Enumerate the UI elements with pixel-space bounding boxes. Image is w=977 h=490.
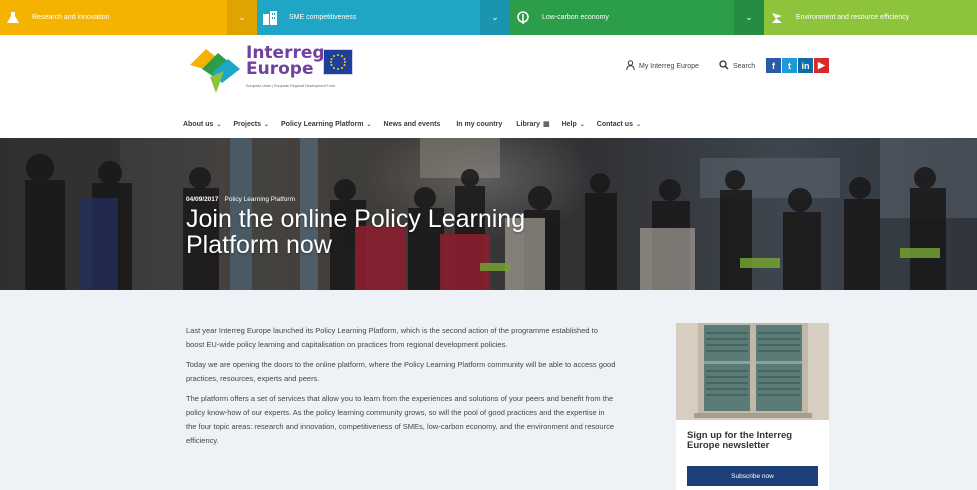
- chevron-down-icon[interactable]: ⌄: [480, 0, 510, 35]
- nav-country-label: In my country: [456, 120, 503, 128]
- chevron-down-icon: ⌄: [579, 121, 585, 128]
- nav-plp-label: Policy Learning Platform: [281, 120, 364, 128]
- chevron-down-icon: ⌄: [263, 121, 270, 128]
- logo-subtitle: European Union | European Regional Devel…: [246, 84, 335, 88]
- chevron-down-icon[interactable]: ⌄: [734, 0, 764, 35]
- chevron-down-icon[interactable]: ⌄: [227, 0, 257, 35]
- nav-contact-us[interactable]: Contact us ⌄: [597, 120, 641, 128]
- topic-sme-competitiveness[interactable]: SME competitiveness ⌄: [257, 0, 510, 35]
- search-label: Search: [733, 63, 756, 70]
- recycle-icon: [764, 0, 790, 35]
- nav-policy-learning-platform[interactable]: Policy Learning Platform ⌄: [281, 120, 372, 128]
- facebook-icon[interactable]: f: [766, 58, 781, 73]
- user-icon: [626, 60, 635, 73]
- twitter-icon[interactable]: t: [782, 58, 797, 73]
- youtube-icon[interactable]: ▶: [814, 58, 829, 73]
- hero-meta: 04/09/2017 Policy Learning Platform: [186, 196, 295, 203]
- topic-low-carbon-economy[interactable]: Low-carbon economy ⌄: [510, 0, 764, 35]
- nav-help[interactable]: Help ⌄: [562, 120, 585, 128]
- nav-contact-label: Contact us: [596, 120, 633, 128]
- linkedin-icon[interactable]: in: [798, 58, 813, 73]
- chevron-down-icon: ⌄: [366, 121, 372, 128]
- nav-about-us-label: About us: [183, 120, 214, 128]
- buildings-icon: [257, 0, 283, 35]
- nav-help-label: Help: [561, 120, 577, 128]
- my-interreg-link[interactable]: My Interreg Europe: [626, 60, 699, 73]
- my-interreg-label: My Interreg Europe: [639, 63, 699, 70]
- nav-projects-label: Projects: [233, 120, 261, 128]
- newsletter-image: [676, 323, 829, 420]
- topic-label: Low-carbon economy: [542, 14, 609, 21]
- logo-wordmark: Interreg Europe: [246, 45, 325, 79]
- flask-icon: [0, 0, 26, 35]
- library-icon: ▦: [542, 121, 550, 128]
- nav-library[interactable]: Library ▦: [516, 120, 550, 129]
- topic-research-innovation[interactable]: Research and innovation ⌄: [0, 0, 257, 35]
- search-icon: [719, 60, 729, 73]
- article-body: Last year Interreg Europe launched its P…: [186, 324, 616, 454]
- article-paragraph: The platform offers a set of services th…: [186, 394, 615, 445]
- hero-category[interactable]: Policy Learning Platform: [225, 196, 295, 203]
- logo-line-2: Europe: [246, 59, 314, 79]
- main-navigation: About us ⌄ Projects ⌄ Policy Learning Pl…: [183, 120, 641, 129]
- chevron-down-icon: ⌄: [216, 121, 222, 128]
- article-paragraph: Today we are opening the doors to the on…: [186, 360, 616, 383]
- topic-label: Research and innovation: [32, 14, 110, 21]
- social-links: f t in ▶: [766, 58, 829, 73]
- hero-banner[interactable]: 04/09/2017 Policy Learning Platform Join…: [0, 138, 977, 290]
- topic-label: SME competitiveness: [289, 14, 357, 21]
- site-header: Interreg Europe European Union | Europea…: [0, 35, 977, 138]
- topic-bar: Research and innovation ⌄ SME competitiv…: [0, 0, 977, 35]
- nav-in-my-country[interactable]: In my country: [456, 120, 502, 128]
- article-paragraph: Last year Interreg Europe launched its P…: [186, 326, 598, 349]
- hero-date: 04/09/2017: [186, 196, 219, 203]
- nav-projects[interactable]: Projects ⌄: [233, 120, 269, 128]
- newsletter-card: Sign up for the Interreg Europe newslett…: [676, 323, 829, 490]
- eu-flag-icon: [323, 49, 353, 75]
- interreg-europe-logo[interactable]: Interreg Europe European Union | Europea…: [188, 43, 378, 103]
- logo-mark-icon: [190, 49, 240, 93]
- topic-label: Environment and resource efficiency: [796, 14, 910, 21]
- nav-news-label: News and events: [383, 120, 441, 128]
- newsletter-title: Sign up for the Interreg Europe newslett…: [687, 430, 793, 451]
- topic-environment-resource-efficiency[interactable]: Environment and resource efficiency: [764, 0, 977, 35]
- nav-news-events[interactable]: News and events: [384, 120, 441, 128]
- chevron-down-icon: ⌄: [635, 121, 641, 128]
- nav-library-label: Library: [516, 120, 540, 128]
- hero-title: Join the online Policy Learning Platform…: [186, 205, 526, 259]
- subscribe-button[interactable]: Subscribe now: [687, 466, 818, 486]
- nav-about-us[interactable]: About us ⌄: [183, 120, 221, 128]
- search-link[interactable]: Search: [719, 60, 755, 73]
- leaf-icon: [510, 0, 536, 35]
